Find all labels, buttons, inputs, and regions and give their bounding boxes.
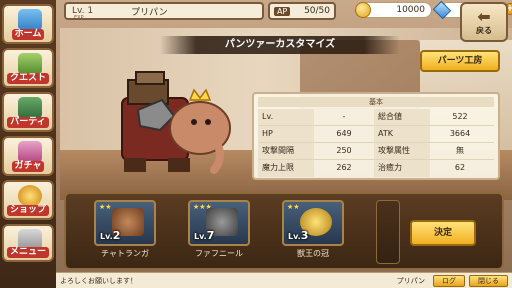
panzer-character bbox=[121, 71, 231, 174]
part-slot-chaturanga[interactable]: ★★ Lv.2 bbox=[94, 200, 156, 246]
stat-value: 262 bbox=[336, 163, 352, 172]
sidebar: ホーム クエスト パーティ ガチャ ショップ メニュー bbox=[0, 0, 56, 288]
part-level-prefix: Lv. bbox=[100, 232, 113, 241]
nav-shop-button[interactable]: ショップ bbox=[2, 180, 54, 220]
stat-key: 治癒力 bbox=[374, 160, 430, 177]
stat-value: 649 bbox=[336, 129, 352, 138]
stat-key: 攻撃属性 bbox=[374, 143, 430, 159]
stat-row: 魔力上限 262 治癒力 62 bbox=[258, 160, 494, 177]
stats-panel: 基本 Lv. - 総合値 522 HP 649 ATK 3664 攻撃間隔 25… bbox=[252, 92, 500, 180]
stat-key: Lv. bbox=[258, 109, 314, 125]
part-level: Lv.7 bbox=[194, 229, 214, 242]
nav-quest-button[interactable]: クエスト bbox=[2, 48, 54, 88]
gem-icon bbox=[432, 0, 452, 20]
part-name: ファフニール bbox=[195, 249, 243, 258]
parts-strip: ★★ Lv.2 チャトランガ ★★★ Lv.7 ファフニール ★★ Lv.3 獣… bbox=[64, 192, 504, 270]
coin-counter: 10000 bbox=[355, 2, 432, 18]
coin-value: 10000 bbox=[396, 5, 425, 15]
castle-icon bbox=[18, 9, 42, 31]
player-level-box: Lv. 1 プリパン bbox=[64, 2, 264, 20]
back-label: 戻る bbox=[476, 25, 492, 35]
stat-value: 無 bbox=[456, 146, 464, 155]
part-name: チャトランガ bbox=[101, 249, 149, 258]
stat-value: - bbox=[342, 112, 346, 121]
map-icon bbox=[18, 53, 42, 75]
coin-bag-icon bbox=[18, 185, 42, 207]
stat-value: 62 bbox=[454, 163, 466, 172]
back-arrow-icon: ⬅ bbox=[477, 6, 491, 26]
ap-label: AP bbox=[274, 6, 291, 16]
stat-key: ATK bbox=[374, 126, 430, 142]
chat-message: よろしくお願いします！ bbox=[60, 276, 137, 285]
stat-value: 250 bbox=[336, 146, 352, 155]
decide-button[interactable]: 決定 bbox=[410, 220, 476, 246]
close-chat-button[interactable]: 閉じる bbox=[469, 274, 508, 287]
nav-quest-label: クエスト bbox=[6, 73, 49, 84]
part-level: Lv.2 bbox=[100, 229, 120, 242]
rarity-stars: ★★ bbox=[287, 203, 300, 211]
nav-menu-button[interactable]: メニュー bbox=[2, 224, 54, 262]
part-level-prefix: Lv. bbox=[288, 232, 301, 241]
gacha-icon bbox=[18, 141, 42, 163]
back-button[interactable]: ⬅ 戻る bbox=[460, 2, 508, 42]
nav-gacha-label: ガチャ bbox=[11, 161, 45, 172]
stat-row: Lv. - 総合値 522 bbox=[258, 109, 494, 126]
part-slot-beast-king-crown[interactable]: ★★ Lv.3 bbox=[282, 200, 344, 246]
part-level-value: 2 bbox=[112, 229, 121, 242]
player-name: プリパン bbox=[131, 7, 168, 18]
part-level-value: 7 bbox=[206, 229, 215, 242]
status-bar: Lv. 1 プリパン EXP AP 50/50 10000 1000 + bbox=[60, 0, 512, 22]
stats-header: 基本 bbox=[258, 97, 494, 107]
nav-shop-label: ショップ bbox=[6, 205, 49, 216]
chat-user: プリパン bbox=[396, 276, 425, 285]
stat-value: 3664 bbox=[449, 129, 471, 138]
page-title: パンツァーカスタマイズ bbox=[160, 36, 400, 54]
nav-gacha-button[interactable]: ガチャ bbox=[2, 136, 54, 176]
nav-party-label: パーティ bbox=[7, 117, 49, 128]
stat-key: HP bbox=[258, 126, 314, 142]
part-level-prefix: Lv. bbox=[194, 232, 207, 241]
level-value: 1 bbox=[87, 6, 94, 16]
part-name: 獣王の冠 bbox=[297, 249, 329, 258]
coin-icon bbox=[355, 2, 371, 18]
chat-bar: よろしくお願いします！ プリパン ログ 閉じる bbox=[56, 272, 512, 288]
stat-key: 魔力上限 bbox=[258, 160, 314, 177]
parts-workshop-button[interactable]: パーツ工房 bbox=[420, 50, 500, 72]
stat-row: 攻撃間隔 250 攻撃属性 無 bbox=[258, 143, 494, 160]
nav-home-button[interactable]: ホーム bbox=[2, 4, 54, 44]
part-level: Lv.3 bbox=[288, 229, 308, 242]
nav-menu-label: メニュー bbox=[6, 247, 49, 258]
ap-value: 50/50 bbox=[304, 6, 330, 16]
tank-icon bbox=[18, 97, 42, 119]
stat-key: 総合値 bbox=[374, 109, 430, 125]
nav-home-label: ホーム bbox=[11, 29, 45, 40]
log-button[interactable]: ログ bbox=[433, 274, 465, 287]
part-slot-fafnir[interactable]: ★★★ Lv.7 bbox=[188, 200, 250, 246]
nav-party-button[interactable]: パーティ bbox=[2, 92, 54, 132]
stat-key: 攻撃間隔 bbox=[258, 143, 314, 159]
stat-value: 522 bbox=[452, 112, 468, 121]
part-level-value: 3 bbox=[300, 229, 309, 242]
stat-row: HP 649 ATK 3664 bbox=[258, 126, 494, 143]
ap-box: AP 50/50 bbox=[268, 2, 336, 20]
exp-label: EXP bbox=[74, 15, 84, 21]
empty-slot bbox=[376, 200, 400, 264]
rarity-stars: ★★ bbox=[99, 203, 112, 211]
